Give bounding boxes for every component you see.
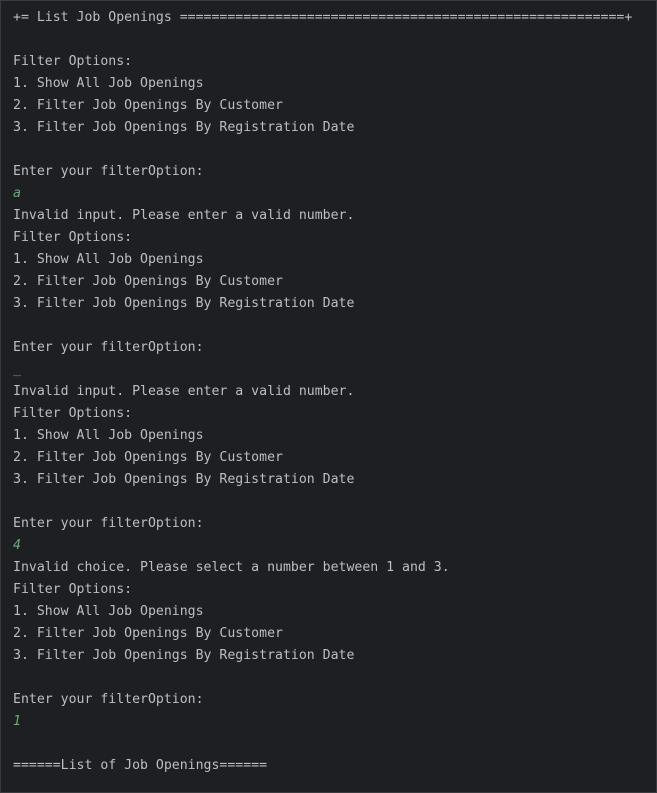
console-output-line: Enter your filterOption: (13, 516, 204, 531)
console-output-line: Filter Options: (13, 406, 133, 421)
console-output-line: 1. Show All Job Openings (13, 428, 204, 443)
console-user-input-line: a (13, 186, 21, 201)
console-output-line: Invalid choice. Please select a number b… (13, 560, 450, 575)
console-lines: += List Job Openings ===================… (13, 7, 656, 777)
console-output-line: Invalid input. Please enter a valid numb… (13, 208, 355, 223)
console-output-line: Filter Options: (13, 54, 133, 69)
console-output-line: ======List of Job Openings====== (13, 758, 268, 773)
console-output-line: += List Job Openings ===================… (13, 10, 633, 25)
console-output-line: 3. Filter Job Openings By Registration D… (13, 296, 355, 311)
console-output-line: Filter Options: (13, 230, 133, 245)
console-output-line: 3. Filter Job Openings By Registration D… (13, 648, 355, 663)
console-user-input-line: 4 (13, 538, 21, 553)
console-output-line: Enter your filterOption: (13, 340, 204, 355)
console-output-line: Enter your filterOption: (13, 164, 204, 179)
console-output-line: Enter your filterOption: (13, 692, 204, 707)
console-output-line: Invalid input. Please enter a valid numb… (13, 384, 355, 399)
console-output-line: 2. Filter Job Openings By Customer (13, 274, 283, 289)
console-output-line: Filter Options: (13, 582, 133, 597)
console-user-input-line: 1 (13, 714, 21, 729)
console-output-line: 3. Filter Job Openings By Registration D… (13, 472, 355, 487)
console-output-line: 2. Filter Job Openings By Customer (13, 450, 283, 465)
console-output-line: 1. Show All Job Openings (13, 252, 204, 267)
console-output-line: 2. Filter Job Openings By Customer (13, 626, 283, 641)
console-output-line: 3. Filter Job Openings By Registration D… (13, 120, 355, 135)
console-output-line: 1. Show All Job Openings (13, 604, 204, 619)
console-user-input-line: _ (13, 362, 21, 377)
console-output-line: 2. Filter Job Openings By Customer (13, 98, 283, 113)
console-output-line: 1. Show All Job Openings (13, 76, 204, 91)
console-output[interactable]: += List Job Openings ===================… (0, 0, 657, 793)
